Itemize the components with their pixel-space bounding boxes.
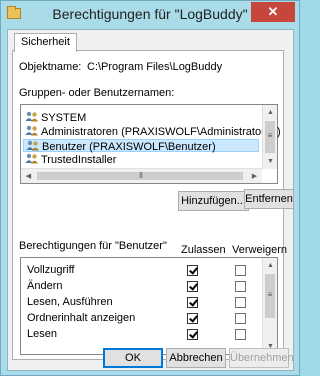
list-item-label: Administratoren (PRAXISWOLF\Administrato… [41, 126, 281, 138]
permission-name: Ordnerinhalt anzeigen [27, 312, 136, 324]
permissions-label: Berechtigungen für "Benutzer" [19, 240, 167, 252]
user-group-icon [25, 125, 41, 138]
object-name-label: Objektname: [19, 61, 82, 73]
scroll-right-icon[interactable]: ▶ [247, 169, 262, 184]
remove-button[interactable]: Entfernen [244, 189, 294, 209]
allow-header: Zulassen [181, 244, 226, 256]
permission-name: Lesen [27, 328, 57, 340]
list-item-label: Benutzer (PRAXISWOLF\Benutzer) [42, 141, 216, 153]
scroll-up-icon[interactable]: ▲ [263, 105, 278, 120]
apply-button[interactable]: Übernehmen [229, 348, 294, 368]
allow-checkbox[interactable] [187, 265, 198, 276]
allow-checkbox[interactable] [187, 297, 198, 308]
allow-checkbox[interactable] [187, 313, 198, 324]
list-item-label: TrustedInstaller [41, 154, 117, 166]
groups-horizontal-scrollbar[interactable]: ◀ ⦀ ▶ [21, 168, 262, 183]
title-bar[interactable]: Berechtigungen für "LogBuddy" ✕ [1, 1, 299, 29]
allow-checkbox[interactable] [187, 329, 198, 340]
cancel-button[interactable]: Abbrechen [166, 348, 226, 368]
ok-button[interactable]: OK [103, 348, 163, 368]
dialog-window: Berechtigungen für "LogBuddy" ✕ Sicherhe… [0, 0, 300, 376]
scroll-left-icon[interactable]: ◀ [21, 169, 36, 184]
grip-icon: ⦀ [139, 171, 143, 180]
permission-name: Ändern [27, 280, 63, 292]
deny-checkbox[interactable] [235, 329, 246, 340]
list-item[interactable]: TrustedInstaller [23, 153, 116, 166]
deny-header: Verweigern [232, 244, 288, 256]
groups-label: Gruppen- oder Benutzernamen: [19, 87, 175, 99]
allow-checkbox[interactable] [187, 281, 198, 292]
scroll-up-icon[interactable]: ▲ [263, 258, 277, 273]
user-group-icon [26, 140, 42, 153]
list-item[interactable]: Benutzer (PRAXISWOLF\Benutzer) [23, 139, 259, 153]
permissions-listbox[interactable]: Vollzugriff Ändern Lesen, Ausführen Ordneri… [20, 257, 278, 355]
add-button[interactable]: Hinzufügen... [178, 191, 249, 211]
object-name-value: C:\Program Files\LogBuddy [87, 61, 223, 73]
list-item[interactable]: SYSTEM [23, 111, 86, 124]
grip-icon: ≡ [267, 290, 273, 299]
deny-checkbox[interactable] [235, 265, 246, 276]
permission-name: Lesen, Ausführen [27, 296, 113, 308]
deny-checkbox[interactable] [235, 297, 246, 308]
list-item[interactable]: Administratoren (PRAXISWOLF\Administrato… [23, 125, 281, 138]
tab-sicherheit[interactable]: Sicherheit [14, 33, 77, 52]
groups-listbox[interactable]: SYSTEM Administratoren (PRAXISWOLF\Admini… [20, 104, 281, 184]
deny-checkbox[interactable] [235, 281, 246, 292]
deny-checkbox[interactable] [235, 313, 246, 324]
list-item-label: SYSTEM [41, 112, 87, 124]
permission-name: Vollzugriff [27, 264, 75, 276]
groups-vertical-scrollbar[interactable]: ▲ ≡ ▼ [262, 105, 277, 169]
user-group-icon [25, 153, 41, 166]
grip-icon: ≡ [267, 131, 273, 140]
close-button[interactable]: ✕ [251, 2, 295, 22]
scroll-down-icon[interactable]: ▼ [263, 154, 278, 169]
permissions-vertical-scrollbar[interactable]: ▲ ≡ ▼ [262, 258, 277, 354]
user-group-icon [25, 111, 41, 124]
